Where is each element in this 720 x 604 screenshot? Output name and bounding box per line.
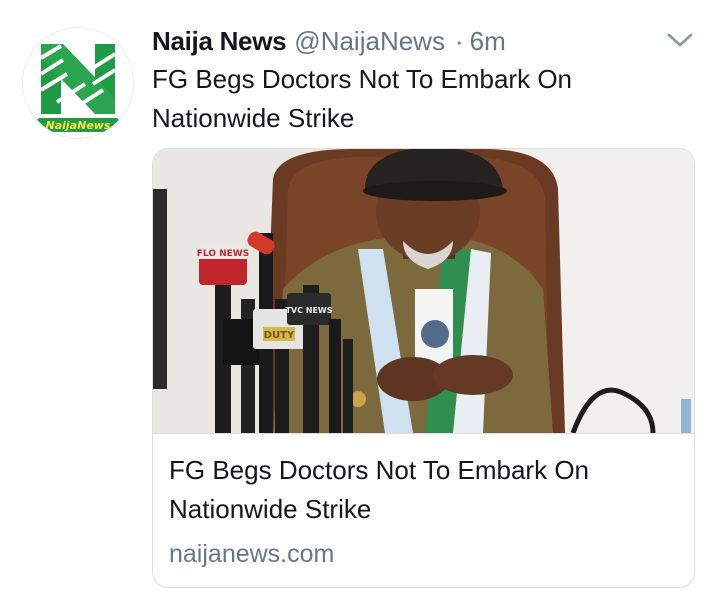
timestamp[interactable]: 6m [470, 24, 506, 58]
card-title-line: FG Begs Doctors Not To Embark On [169, 455, 589, 485]
card-title[interactable]: FG Begs Doctors Not To Embark On Nationw… [169, 451, 679, 529]
duty-mic-flag: DUTY [264, 330, 295, 341]
separator-dot: · [454, 26, 464, 56]
card-title-line: Nationwide Strike [169, 494, 372, 524]
tweet-text: FG Begs Doctors Not To Embark On Nationw… [152, 60, 692, 138]
card-divider [153, 433, 694, 434]
link-card[interactable]: FLO NEWS DUTY TVC NEWS FG Begs Doctors N… [152, 148, 695, 588]
press-conference-photo: FLO NEWS DUTY TVC NEWS [153, 149, 694, 433]
tvc-mic-flag: TVC NEWS [285, 306, 332, 315]
tweet-text-line: Nationwide Strike [152, 103, 355, 133]
card-domain[interactable]: naijanews.com [169, 537, 334, 571]
tweet-header: Naija News @NaijaNews · 6m [152, 24, 506, 58]
naija-news-logo: NaijaNews [23, 28, 133, 138]
svg-text:NaijaNews: NaijaNews [46, 119, 111, 132]
flo-mic-flag: FLO NEWS [197, 249, 249, 259]
card-image[interactable]: FLO NEWS DUTY TVC NEWS [153, 149, 694, 433]
tweet[interactable]: NaijaNews Naija News @NaijaNews · 6m FG … [0, 0, 720, 604]
author-handle[interactable]: @NaijaNews [294, 24, 445, 58]
avatar[interactable]: NaijaNews [23, 28, 133, 138]
chevron-down-icon [667, 33, 693, 47]
tweet-text-line: FG Begs Doctors Not To Embark On [152, 64, 572, 94]
tweet-menu-button[interactable] [664, 26, 696, 54]
author-name[interactable]: Naija News [152, 24, 287, 58]
